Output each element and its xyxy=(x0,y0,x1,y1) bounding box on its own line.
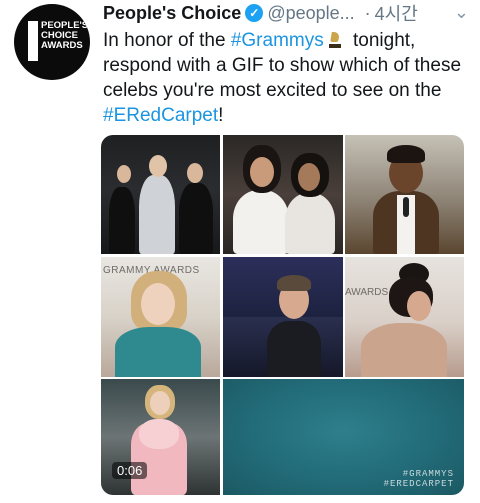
gif-frame-group xyxy=(101,135,220,254)
gif-frame-crowd xyxy=(222,256,343,377)
gif-frame-man-mic xyxy=(345,135,464,254)
tweet-text-part: ! xyxy=(218,105,224,126)
gif-duration-badge: 0:06 xyxy=(112,462,148,479)
media-gif[interactable]: GRAMMY AWARDS AWARDS #GRAMMYS #EREDCARPE… xyxy=(101,135,464,495)
chevron-down-icon[interactable]: ⌄ xyxy=(454,2,469,23)
tweet-text-part: In honor of the xyxy=(103,30,231,51)
avatar[interactable]: PEOPLE'S CHOICE AWARDS xyxy=(14,4,90,80)
e-logo-icon xyxy=(28,21,38,61)
tweet-text: In honor of the #Grammys tonight, respon… xyxy=(103,28,463,128)
hashtag-grammys[interactable]: #Grammys xyxy=(231,30,324,51)
gif-frame-blonde: GRAMMY AWARDS xyxy=(101,256,220,377)
timestamp[interactable]: 4시간 xyxy=(375,0,418,26)
avatar-logo-text: PEOPLE'S CHOICE AWARDS xyxy=(41,20,89,51)
watermark: #GRAMMYS #EREDCARPET xyxy=(383,469,454,489)
gif-frame-bun: AWARDS xyxy=(345,256,464,377)
gif-frame-teal: #GRAMMYS #EREDCARPET xyxy=(222,379,464,495)
display-name[interactable]: People's Choice xyxy=(103,3,241,24)
tweet-header: People's Choice ✓ @people... · 4시간 ⌄ xyxy=(103,2,473,24)
separator: · xyxy=(364,2,371,23)
gif-frame-duo xyxy=(222,135,343,254)
trophy-icon xyxy=(328,32,342,48)
hashtag-eredcarpet[interactable]: #ERedCarpet xyxy=(103,105,218,126)
handle[interactable]: @people... xyxy=(267,3,354,24)
banner-text: AWARDS xyxy=(345,286,389,298)
verified-icon: ✓ xyxy=(245,4,264,22)
